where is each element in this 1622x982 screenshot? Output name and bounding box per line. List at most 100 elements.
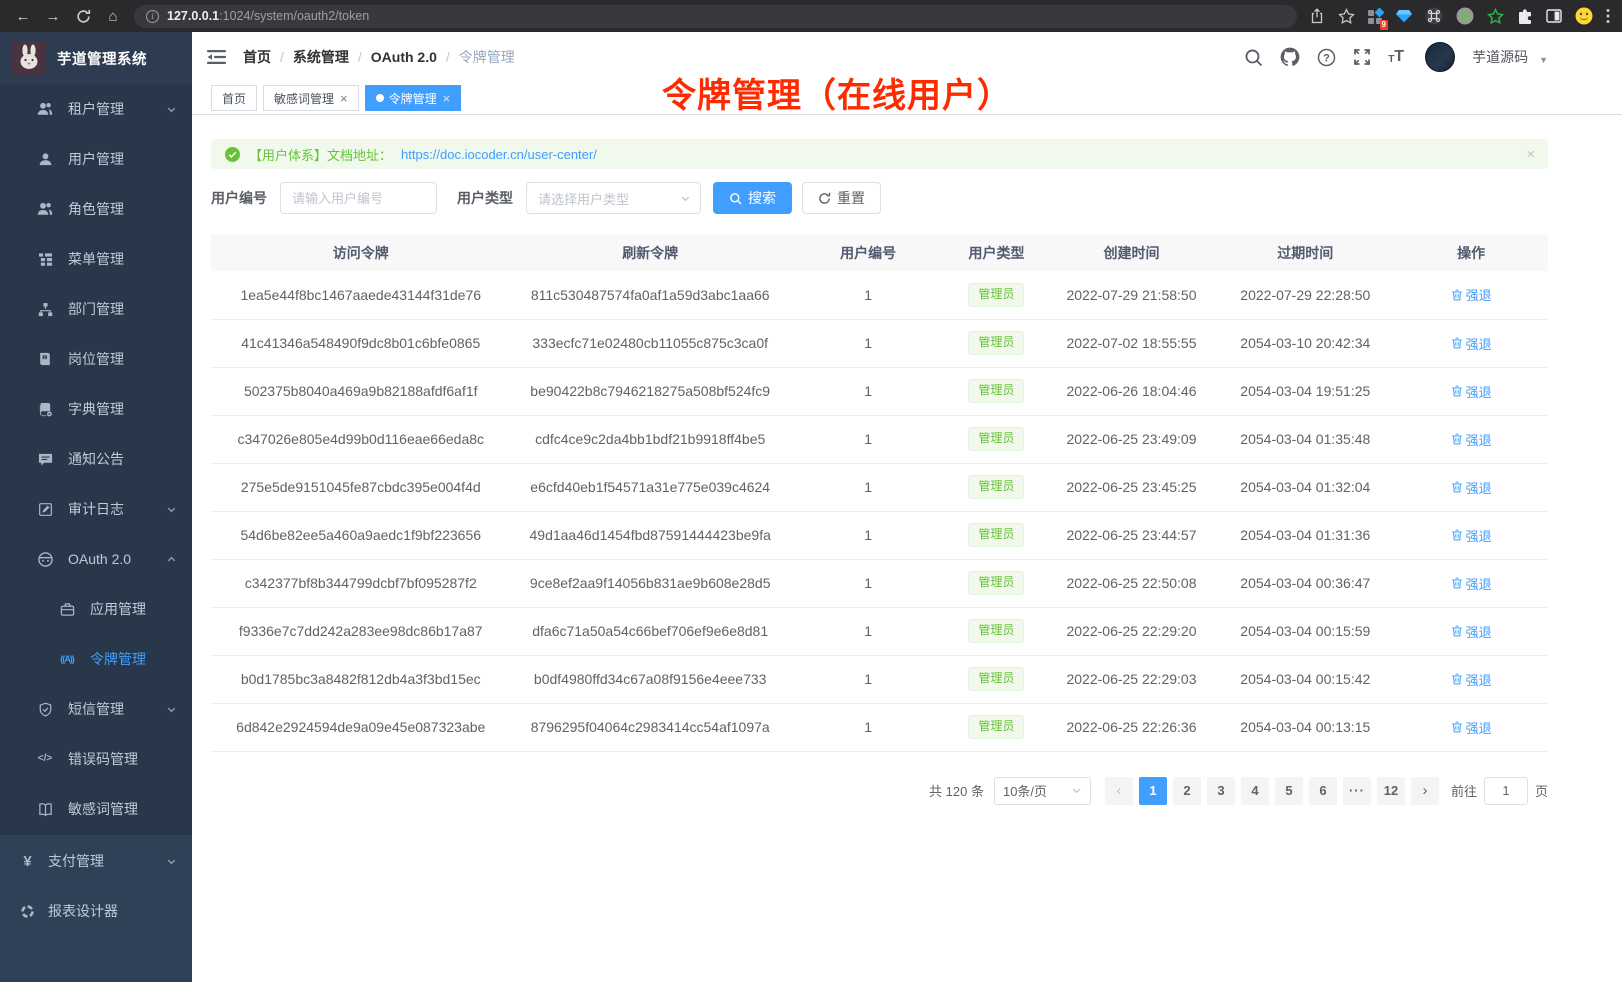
- fullscreen-icon[interactable]: [1353, 48, 1371, 66]
- alert-doc-link[interactable]: https://doc.iocoder.cn/user-center/: [401, 147, 597, 162]
- sidebar-item-oauth2-token[interactable]: ((A))令牌管理: [0, 634, 192, 684]
- chevron-up-icon: [166, 554, 177, 565]
- sidebar-item-menu[interactable]: 菜单管理: [0, 234, 192, 284]
- gem-icon[interactable]: [1396, 9, 1412, 23]
- chevron-down-icon: [680, 193, 691, 204]
- sidebar-item-report[interactable]: 报表设计器: [0, 886, 192, 936]
- force-logout-button[interactable]: 强退: [1451, 622, 1492, 641]
- force-logout-button[interactable]: 强退: [1451, 526, 1492, 545]
- page-size-select[interactable]: 10条/页: [994, 777, 1091, 805]
- home-icon[interactable]: ⌂: [100, 3, 126, 29]
- collapse-sidebar-icon[interactable]: [207, 49, 226, 65]
- goto-page-input[interactable]: [1484, 777, 1528, 805]
- sidebar-item-label: 菜单管理: [68, 249, 124, 269]
- force-logout-button[interactable]: 强退: [1451, 574, 1492, 593]
- prev-page-button[interactable]: ‹: [1105, 777, 1133, 805]
- sidebar-item-audit[interactable]: 审计日志: [0, 484, 192, 534]
- table-row: 502375b8040a469a9b82188afdf6af1fbe90422b…: [211, 367, 1548, 415]
- user-type-badge: 管理员: [968, 523, 1024, 547]
- sidebar-item-label: 报表设计器: [48, 901, 118, 921]
- split-screen-icon[interactable]: [1546, 8, 1562, 24]
- user-type-badge: 管理员: [968, 379, 1024, 403]
- search-button[interactable]: 搜索: [713, 182, 792, 214]
- force-logout-button[interactable]: 强退: [1451, 382, 1492, 401]
- site-info-icon[interactable]: i: [146, 10, 159, 23]
- user-menu-caret-icon[interactable]: ▼: [1539, 49, 1548, 65]
- col-header-action: 操作: [1394, 234, 1548, 271]
- trash-icon: [1451, 337, 1463, 349]
- sidebar-item-label: 用户管理: [68, 149, 124, 169]
- token-table: 访问令牌刷新令牌用户编号用户类型创建时间过期时间操作 1ea5e44f8bc14…: [211, 234, 1548, 752]
- sidebar-item-notice[interactable]: 通知公告: [0, 434, 192, 484]
- breadcrumb-item[interactable]: 首页: [243, 47, 271, 67]
- kebab-icon[interactable]: [1606, 8, 1610, 24]
- sidebar-item-sms[interactable]: 短信管理: [0, 684, 192, 734]
- sidebar-item-oauth2[interactable]: OAuth 2.0: [0, 534, 192, 584]
- extension-badge: 9: [1380, 20, 1388, 30]
- sidebar-item-user[interactable]: 用户管理: [0, 134, 192, 184]
- back-icon[interactable]: ←: [10, 3, 36, 29]
- force-logout-button[interactable]: 强退: [1451, 334, 1492, 353]
- reload-icon[interactable]: [70, 3, 96, 29]
- user-avatar[interactable]: [1425, 42, 1455, 72]
- force-logout-button[interactable]: 强退: [1451, 718, 1492, 737]
- tab-close-icon[interactable]: ×: [340, 92, 348, 105]
- force-logout-button[interactable]: 强退: [1451, 478, 1492, 497]
- username[interactable]: 芋道源码: [1472, 47, 1528, 67]
- github-icon[interactable]: [1280, 47, 1300, 67]
- search-icon[interactable]: [1244, 48, 1263, 67]
- app-logo[interactable]: 芋道管理系统: [0, 32, 192, 84]
- sidebar-item-role[interactable]: 角色管理: [0, 184, 192, 234]
- page-button-3[interactable]: 3: [1207, 777, 1235, 805]
- cell-user-type: 管理员: [946, 319, 1046, 367]
- chevron-down-icon: [166, 856, 177, 867]
- page-button-12[interactable]: 12: [1377, 777, 1405, 805]
- cell-action: 强退: [1394, 271, 1548, 319]
- sidebar-item-sensitive[interactable]: 敏感词管理: [0, 784, 192, 834]
- record-circle-icon[interactable]: [1456, 7, 1474, 25]
- reset-button[interactable]: 重置: [802, 182, 881, 214]
- address-bar[interactable]: i 127.0.0.1:1024/system/oauth2/token: [134, 5, 1297, 28]
- force-logout-button[interactable]: 强退: [1451, 430, 1492, 449]
- star-icon[interactable]: [1338, 8, 1355, 25]
- page-button-6[interactable]: 6: [1309, 777, 1337, 805]
- alert-close-icon[interactable]: ×: [1526, 146, 1535, 163]
- page-button-1[interactable]: 1: [1139, 777, 1167, 805]
- cell-created-time: 2022-06-25 23:45:25: [1047, 463, 1217, 511]
- sidebar-item-oauth2-app[interactable]: 应用管理: [0, 584, 192, 634]
- share-icon[interactable]: [1309, 8, 1325, 24]
- page-button-4[interactable]: 4: [1241, 777, 1269, 805]
- user-type-select[interactable]: 请选择用户类型: [526, 182, 701, 214]
- sidebar-item-dept[interactable]: 部门管理: [0, 284, 192, 334]
- force-logout-button[interactable]: 强退: [1451, 670, 1492, 689]
- tab-close-icon[interactable]: ×: [443, 92, 451, 105]
- cell-refresh-token: e6cfd40eb1f54571a31e775e039c4624: [510, 463, 789, 511]
- extensions-icon[interactable]: 9: [1368, 9, 1383, 24]
- force-logout-label: 强退: [1466, 285, 1492, 304]
- green-star-icon[interactable]: [1487, 8, 1504, 25]
- sidebar-item-errcode[interactable]: </>错误码管理: [0, 734, 192, 784]
- breadcrumb-item[interactable]: OAuth 2.0: [371, 49, 437, 65]
- next-page-button[interactable]: ›: [1411, 777, 1439, 805]
- command-circle-icon[interactable]: [1425, 7, 1443, 25]
- sidebar-item-dict[interactable]: 字典管理: [0, 384, 192, 434]
- tab-0[interactable]: 首页: [211, 85, 257, 111]
- help-icon[interactable]: ?: [1317, 48, 1336, 67]
- page-button-2[interactable]: 2: [1173, 777, 1201, 805]
- puzzle-icon[interactable]: [1517, 8, 1533, 24]
- page-button-5[interactable]: 5: [1275, 777, 1303, 805]
- forward-icon[interactable]: →: [40, 3, 66, 29]
- cell-user-id: 1: [790, 415, 946, 463]
- emoji-icon[interactable]: [1575, 7, 1593, 25]
- more-pages-button[interactable]: ···: [1343, 777, 1371, 805]
- tab-2[interactable]: 令牌管理×: [365, 85, 462, 111]
- page-content: 【用户体系】文档地址： https://doc.iocoder.cn/user-…: [192, 115, 1622, 805]
- breadcrumb-item[interactable]: 系统管理: [293, 47, 349, 67]
- tab-1[interactable]: 敏感词管理×: [263, 85, 359, 111]
- sidebar-item-pay[interactable]: ¥支付管理: [0, 836, 192, 886]
- force-logout-button[interactable]: 强退: [1451, 285, 1492, 304]
- sidebar-item-post[interactable]: 岗位管理: [0, 334, 192, 384]
- font-size-icon[interactable]: TT: [1388, 49, 1404, 65]
- user-id-input[interactable]: [280, 182, 437, 214]
- sidebar-item-tenant[interactable]: 租户管理: [0, 84, 192, 134]
